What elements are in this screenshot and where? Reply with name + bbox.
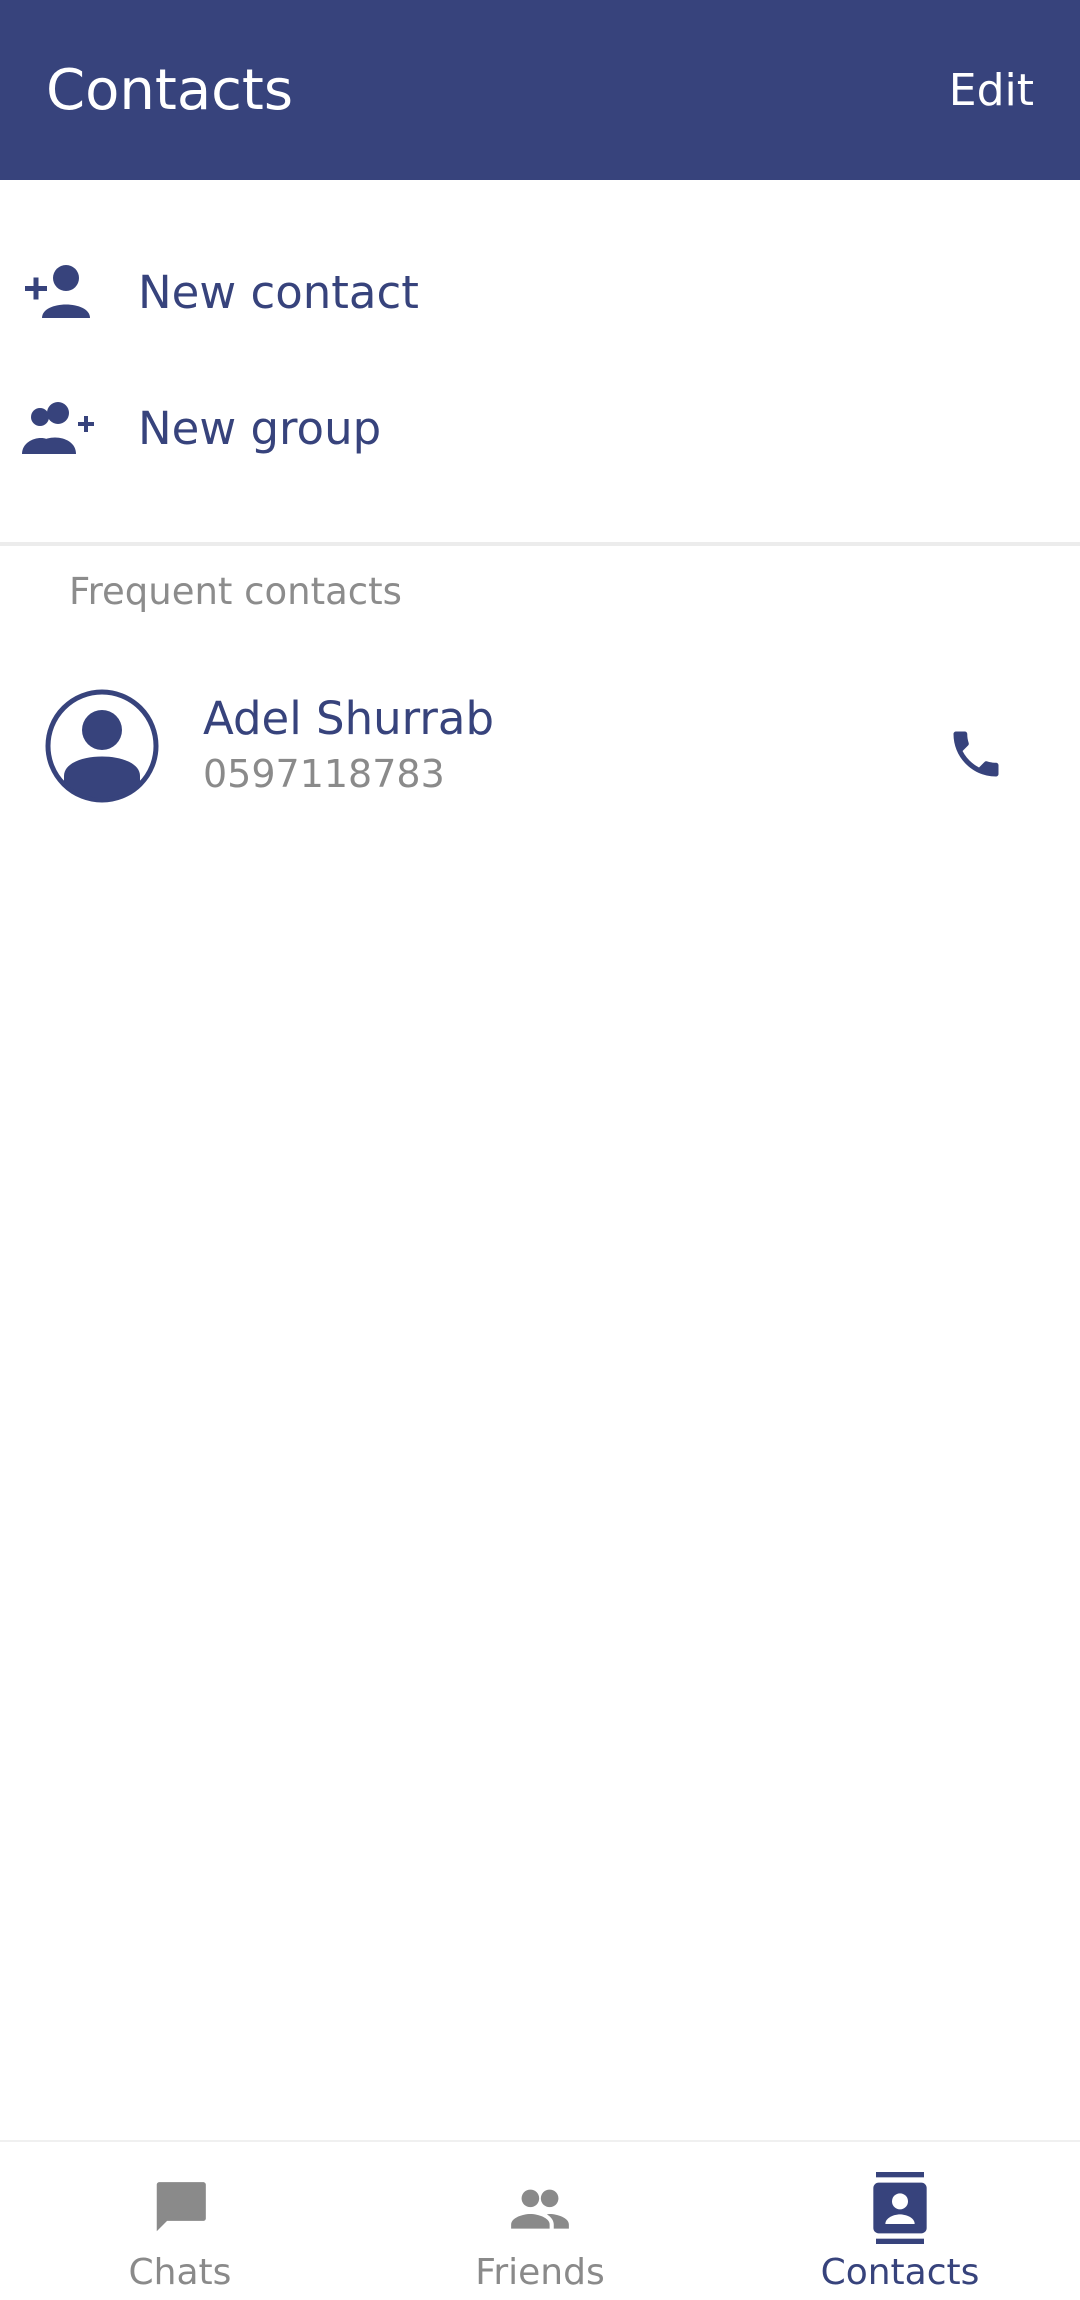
- app-header: Contacts Edit: [0, 0, 1080, 180]
- nav-tab-friends[interactable]: Friends: [360, 2142, 720, 2300]
- person-add-icon: [22, 262, 96, 322]
- nav-tab-contacts[interactable]: Contacts: [720, 2142, 1080, 2300]
- nav-label-contacts: Contacts: [820, 2252, 980, 2293]
- chat-icon: [0, 2172, 360, 2244]
- new-group-label: New group: [138, 401, 382, 455]
- nav-tab-chats[interactable]: Chats: [0, 2142, 360, 2300]
- phone-icon[interactable]: [940, 718, 1012, 790]
- new-group-button[interactable]: New group: [0, 368, 1080, 488]
- edit-button[interactable]: Edit: [949, 65, 1034, 116]
- contacts-screen: Contacts Edit New contact New group Freq…: [0, 0, 1080, 2300]
- friends-icon: [360, 2172, 720, 2244]
- new-contact-label: New contact: [138, 265, 419, 319]
- contacts-book-icon: [720, 2172, 1080, 2244]
- contact-row[interactable]: Adel Shurrab 0597118783: [0, 680, 1080, 810]
- bottom-navigation: Chats Friends Contacts: [0, 2140, 1080, 2300]
- page-title: Contacts: [46, 57, 294, 123]
- contact-phone: 0597118783: [203, 752, 445, 796]
- contact-name: Adel Shurrab: [203, 692, 495, 745]
- nav-label-chats: Chats: [128, 2252, 232, 2293]
- section-divider: [0, 542, 1080, 546]
- new-contact-button[interactable]: New contact: [0, 232, 1080, 352]
- frequent-contacts-heading: Frequent contacts: [69, 570, 402, 613]
- group-add-icon: [22, 398, 96, 458]
- nav-label-friends: Friends: [475, 2252, 605, 2293]
- avatar-icon: [44, 688, 160, 804]
